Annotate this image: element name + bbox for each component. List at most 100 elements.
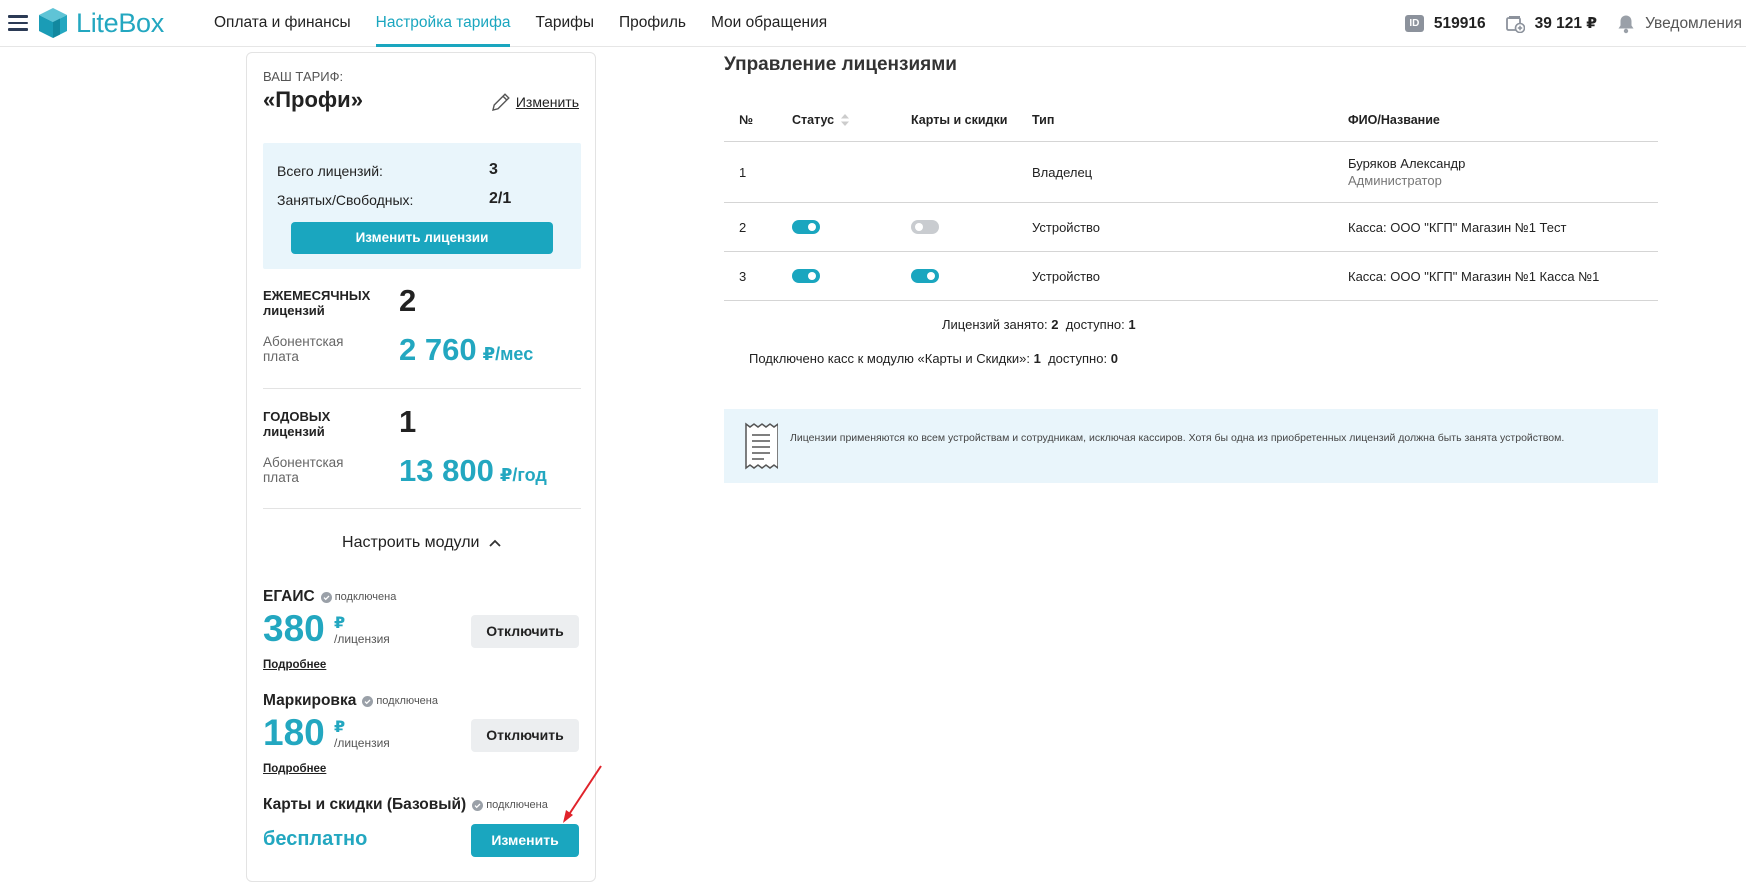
licenses-used-value: 2	[1051, 317, 1059, 332]
info-text: Лицензии применяются ко всем устройствам…	[790, 432, 1565, 444]
nav-tariff-settings[interactable]: Настройка тарифа	[375, 0, 511, 47]
bell-icon	[1617, 14, 1635, 34]
col-status[interactable]: Статус	[792, 113, 850, 127]
status-toggle[interactable]	[792, 220, 820, 234]
col-type: Тип	[1032, 113, 1055, 127]
status-toggle[interactable]	[792, 269, 820, 283]
change-licenses-button[interactable]: Изменить лицензии	[291, 222, 553, 254]
module-cards-price: бесплатно	[263, 828, 368, 850]
info-note: Лицензии применяются ко всем устройствам…	[724, 409, 1658, 483]
check-circle-icon	[320, 591, 332, 603]
module-marking-price: 180	[263, 712, 325, 753]
table-header: № Статус Карты и скидки Тип ФИО/Название	[724, 97, 1658, 142]
module-egais-price: 380	[263, 608, 325, 649]
table-row[interactable]: 1 Владелец Буряков Александр Администрат…	[724, 142, 1658, 203]
receipt-icon	[745, 422, 778, 470]
used-licenses-label: Занятых/Свободных:	[277, 192, 414, 208]
check-circle-icon	[472, 799, 484, 811]
balance-value: 39 121 ₽	[1534, 15, 1598, 32]
configure-modules-label: Настроить модули	[342, 534, 480, 551]
cards-free-label: доступно:	[1048, 351, 1108, 366]
top-right: ID 519916 39 121 ₽ Уведомления	[1404, 0, 1746, 47]
yearly-fee: 13 800 ₽/год	[399, 453, 547, 489]
total-licenses-value: 3	[489, 161, 498, 178]
nav-payments[interactable]: Оплата и финансы	[214, 0, 351, 47]
change-cards-module-button[interactable]: Изменить	[471, 824, 579, 857]
module-egais-more-link[interactable]: Подробнее	[263, 659, 326, 671]
divider	[263, 388, 581, 389]
divider	[263, 508, 581, 509]
nav-requests[interactable]: Мои обращения	[711, 0, 827, 47]
menu-icon[interactable]	[8, 15, 28, 31]
licenses-free-value: 1	[1128, 317, 1136, 332]
row-type: Устройство	[1032, 220, 1101, 235]
module-cards-status-text: подключена	[486, 799, 548, 811]
col-cards: Карты и скидки	[911, 113, 1008, 127]
cards-connected-label: Подключено касс к модулю «Карты и Скидки…	[749, 351, 1030, 366]
row-type: Владелец	[1032, 165, 1093, 180]
monthly-licenses-title: ЕЖЕМЕСЯЧНЫХ лицензий	[263, 288, 371, 318]
module-egais-status: подключена	[320, 591, 397, 603]
table-row[interactable]: 2 Устройство Касса: ООО "КГП" Магазин №1…	[724, 203, 1658, 252]
row-role: Администратор	[1348, 173, 1442, 188]
monthly-licenses-count: 2	[399, 283, 417, 318]
top-bar: LiteBox Оплата и финансы Настройка тариф…	[0, 0, 1746, 47]
balance[interactable]: 39 121 ₽	[1505, 14, 1598, 33]
wallet-icon	[1505, 15, 1525, 33]
module-marking-per: /лицензия	[334, 736, 390, 750]
yearly-fee-label: Абонентская плата	[263, 455, 344, 485]
module-egais-title: ЕГАИС подключена	[263, 588, 396, 606]
cards-free-value: 0	[1110, 351, 1118, 366]
logo[interactable]: LiteBox	[38, 7, 164, 39]
tariff-caption: ВАШ ТАРИФ:	[263, 69, 344, 84]
module-cards-name: Карты и скидки (Базовый)	[263, 796, 467, 813]
cards-toggle[interactable]	[911, 220, 939, 234]
used-licenses-value: 2/1	[489, 190, 512, 207]
module-marking-status: подключена	[362, 695, 438, 707]
main-nav: Оплата и финансы Настройка тарифа Тарифы…	[214, 0, 852, 47]
module-cards-status: подключена	[472, 799, 548, 811]
notifications-label: Уведомления	[1645, 14, 1742, 32]
nav-tariffs[interactable]: Тарифы	[535, 0, 594, 47]
check-circle-icon	[362, 695, 374, 707]
licenses-summary: Лицензий занято: 2 доступно: 1	[942, 317, 1136, 332]
notifications[interactable]: Уведомления	[1617, 14, 1742, 34]
licenses-free-label: доступно:	[1065, 317, 1125, 332]
row-number: 3	[739, 269, 747, 284]
row-name: Буряков Александр Администратор	[1348, 156, 1465, 188]
logo-text: LiteBox	[76, 7, 164, 38]
module-marking-status-text: подключена	[376, 695, 438, 707]
cards-toggle[interactable]	[911, 269, 939, 283]
disable-egais-button[interactable]: Отключить	[471, 615, 579, 648]
row-number: 2	[739, 220, 747, 235]
monthly-fee-value: 2 760	[399, 332, 477, 367]
module-marking-currency: ₽	[334, 719, 346, 736]
row-type: Устройство	[1032, 269, 1101, 284]
edit-tariff-link[interactable]: Изменить	[490, 91, 579, 113]
col-name: ФИО/Название	[1348, 113, 1440, 127]
nav-profile[interactable]: Профиль	[619, 0, 686, 47]
monthly-fee-label: Абонентская плата	[263, 334, 344, 364]
cards-connected-value: 1	[1033, 351, 1041, 366]
module-egais-status-text: подключена	[334, 591, 397, 603]
license-summary-box: Всего лицензий: 3 Занятых/Свободных: 2/1…	[263, 143, 581, 269]
module-cards-title: Карты и скидки (Базовый) подключена	[263, 796, 548, 814]
account-id[interactable]: ID 519916	[1404, 14, 1486, 33]
sort-icon	[841, 114, 850, 126]
col-status-label: Статус	[792, 113, 835, 127]
tariff-panel: ВАШ ТАРИФ: «Профи» Изменить Всего лиценз…	[246, 52, 596, 882]
account-id-value: 519916	[1433, 14, 1486, 32]
row-number: 1	[739, 165, 747, 180]
table-row[interactable]: 3 Устройство Касса: ООО "КГП" Магазин №1…	[724, 252, 1658, 301]
licenses-used-label: Лицензий занято:	[942, 317, 1048, 332]
row-name-text: Буряков Александр	[1348, 156, 1466, 171]
module-marking-more-link[interactable]: Подробнее	[263, 763, 326, 775]
monthly-fee-unit: ₽/мес	[482, 344, 534, 364]
configure-modules-toggle[interactable]: Настроить модули	[247, 534, 597, 552]
module-marking-name: Маркировка	[263, 692, 357, 709]
id-icon: ID	[1404, 15, 1424, 32]
row-name: Касса: ООО "КГП" Магазин №1 Тест	[1348, 220, 1567, 235]
logo-cube-icon	[39, 8, 67, 38]
monthly-fee: 2 760 ₽/мес	[399, 332, 533, 368]
disable-marking-button[interactable]: Отключить	[471, 719, 579, 752]
